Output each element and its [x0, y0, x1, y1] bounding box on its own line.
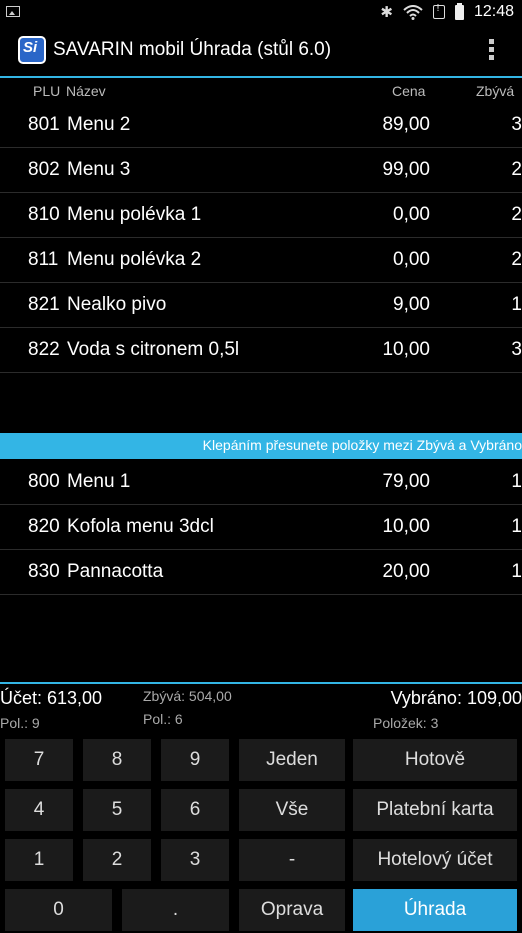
cash-button[interactable]: Hotově: [353, 739, 517, 781]
col-plu: PLU: [33, 83, 61, 99]
item-name: Menu 2: [67, 114, 131, 135]
account-items: Pol.: 9: [0, 715, 40, 731]
list-item[interactable]: 811 Menu polévka 2 0,00 2: [0, 238, 522, 283]
hint-text: Klepáním přesunete položky mezi Zbývá a …: [202, 437, 522, 453]
summary-divider: [0, 682, 522, 684]
item-qty: 2: [511, 204, 522, 225]
list-item[interactable]: 810 Menu polévka 1 0,00 2: [0, 193, 522, 238]
col-remaining: Zbývá: [476, 83, 515, 99]
pay-button[interactable]: Úhrada: [353, 889, 517, 931]
item-qty: 1: [511, 516, 522, 537]
item-plu: 820: [28, 516, 60, 537]
app-title: SAVARIN mobil Úhrada (stůl 6.0): [53, 39, 332, 60]
item-name: Kofola menu 3dcl: [67, 516, 214, 537]
list-item[interactable]: 801 Menu 2 89,00 3: [0, 103, 522, 148]
appbar-divider: [0, 76, 522, 78]
item-price: 9,00: [393, 294, 430, 315]
item-name: Nealko pivo: [67, 294, 167, 315]
list-item[interactable]: 802 Menu 3 99,00 2: [0, 148, 522, 193]
item-qty: 1: [511, 471, 522, 492]
item-name: Voda s citronem 0,5l: [67, 339, 240, 360]
correction-button[interactable]: Oprava: [239, 889, 345, 931]
key-2[interactable]: 2: [83, 839, 151, 881]
overflow-menu-icon[interactable]: [486, 39, 496, 63]
item-name: Menu polévka 1: [67, 204, 202, 225]
key-5[interactable]: 5: [83, 789, 151, 831]
item-name: Pannacotta: [67, 561, 164, 582]
all-button[interactable]: Vše: [239, 789, 345, 831]
item-name: Menu polévka 2: [67, 249, 202, 270]
item-price: 20,00: [382, 561, 430, 582]
app-logo-icon: Si: [18, 36, 46, 64]
item-name: Menu 3: [67, 159, 131, 180]
column-header: PLU Název Cena Zbývá: [0, 80, 522, 102]
list-item[interactable]: 830 Pannacotta 20,00 1: [0, 550, 522, 595]
key-6[interactable]: 6: [161, 789, 229, 831]
alarm-icon: [432, 3, 445, 19]
list-item[interactable]: 820 Kofola menu 3dcl 10,00 1: [0, 505, 522, 550]
one-button[interactable]: Jeden: [239, 739, 345, 781]
col-price: Cena: [392, 83, 426, 99]
item-price: 99,00: [382, 159, 430, 180]
hotel-account-button[interactable]: Hotelový účet: [353, 839, 517, 881]
item-plu: 822: [28, 339, 60, 360]
list-item[interactable]: 821 Nealko pivo 9,00 1: [0, 283, 522, 328]
item-plu: 801: [28, 114, 60, 135]
card-payment-button[interactable]: Platební karta: [353, 789, 517, 831]
app-bar: Si SAVARIN mobil Úhrada (stůl 6.0): [0, 26, 522, 76]
key-0[interactable]: 0: [5, 889, 112, 931]
item-price: 10,00: [382, 339, 430, 360]
item-price: 10,00: [382, 516, 430, 537]
item-plu: 830: [28, 561, 60, 582]
battery-icon: [454, 2, 464, 20]
item-plu: 802: [28, 159, 60, 180]
key-dot[interactable]: .: [122, 889, 229, 931]
key-7[interactable]: 7: [5, 739, 73, 781]
key-3[interactable]: 3: [161, 839, 229, 881]
item-qty: 2: [511, 249, 522, 270]
key-9[interactable]: 9: [161, 739, 229, 781]
col-name: Název: [66, 83, 106, 99]
remaining-items: Pol.: 6: [143, 711, 183, 727]
item-qty: 1: [511, 294, 522, 315]
key-1[interactable]: 1: [5, 839, 73, 881]
item-price: 0,00: [393, 204, 430, 225]
bluetooth-icon: ✱: [380, 3, 393, 21]
clock: 12:48: [473, 3, 514, 20]
minus-button[interactable]: -: [239, 839, 345, 881]
item-plu: 810: [28, 204, 60, 225]
item-qty: 3: [511, 339, 522, 360]
item-plu: 800: [28, 471, 60, 492]
image-icon: [6, 6, 20, 17]
selected-items: Položek: 3: [373, 715, 439, 731]
item-plu: 821: [28, 294, 60, 315]
item-plu: 811: [28, 249, 59, 270]
item-price: 89,00: [382, 114, 430, 135]
item-price: 79,00: [382, 471, 430, 492]
status-bar: ✱ 12:48: [0, 0, 522, 26]
item-qty: 1: [511, 561, 522, 582]
list-item[interactable]: 822 Voda s citronem 0,5l 10,00 3: [0, 328, 522, 373]
item-qty: 2: [511, 159, 522, 180]
selected-total: Vybráno: 109,00: [390, 688, 522, 708]
item-qty: 3: [511, 114, 522, 135]
account-total: Účet: 613,00: [0, 688, 103, 708]
wifi-icon: [403, 4, 423, 20]
hint-bar: Klepáním přesunete položky mezi Zbývá a …: [0, 433, 522, 459]
remaining-total: Zbývá: 504,00: [143, 688, 232, 704]
list-item[interactable]: 800 Menu 1 79,00 1: [0, 460, 522, 505]
key-4[interactable]: 4: [5, 789, 73, 831]
item-price: 0,00: [393, 249, 430, 270]
key-8[interactable]: 8: [83, 739, 151, 781]
item-name: Menu 1: [67, 471, 131, 492]
